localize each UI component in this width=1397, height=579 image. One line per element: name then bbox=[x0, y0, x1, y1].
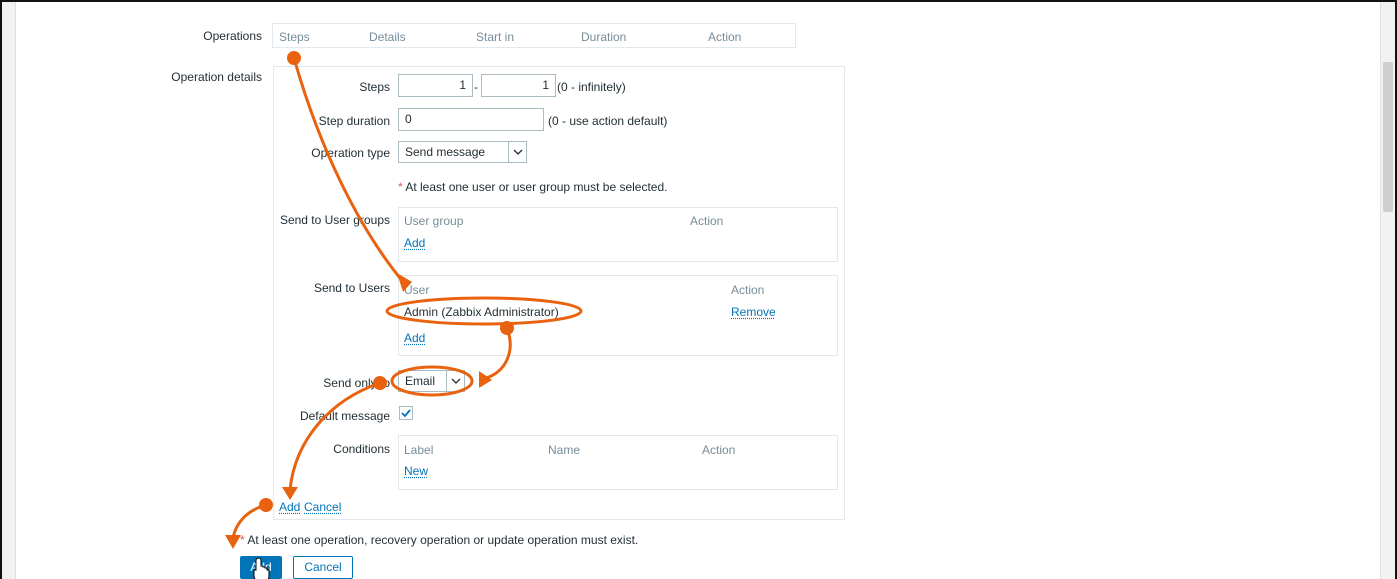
scrollbar-thumb[interactable] bbox=[1383, 62, 1393, 212]
new-condition-link[interactable]: New bbox=[404, 464, 428, 478]
operation-details-label: Operation details bbox=[171, 70, 262, 84]
checkmark-icon bbox=[401, 409, 411, 417]
send-only-to-select[interactable]: Email bbox=[398, 370, 465, 392]
conditions-label: Conditions bbox=[333, 442, 390, 456]
required-star: * bbox=[240, 533, 245, 547]
operation-add-link[interactable]: Add bbox=[279, 500, 300, 514]
user-groups-header-action: Action bbox=[690, 214, 724, 228]
requirement-note: * At least one user or user group must b… bbox=[398, 180, 668, 194]
add-user-link[interactable]: Add bbox=[404, 331, 425, 345]
operations-header-details: Details bbox=[369, 30, 406, 44]
send-only-to-value: Email bbox=[405, 374, 436, 388]
step-duration-label: Step duration bbox=[318, 114, 390, 128]
operations-header-steps: Steps bbox=[279, 30, 310, 44]
operations-required-note: * At least one operation, recovery opera… bbox=[240, 533, 638, 547]
operations-header-action: Action bbox=[708, 30, 742, 44]
users-header-action: Action bbox=[731, 283, 765, 297]
chevron-down-icon bbox=[508, 142, 526, 162]
conditions-header-label: Label bbox=[404, 443, 434, 457]
users-header-name: User bbox=[404, 283, 430, 297]
operation-type-label: Operation type bbox=[311, 146, 390, 160]
conditions-table bbox=[398, 435, 838, 490]
steps-separator: - bbox=[474, 80, 478, 94]
step-duration-hint: (0 - use action default) bbox=[548, 114, 668, 128]
operations-header-start-in: Start in bbox=[476, 30, 515, 44]
steps-to-input[interactable]: 1 bbox=[481, 74, 556, 97]
user-groups-header-name: User group bbox=[404, 214, 464, 228]
user-groups-table bbox=[398, 207, 838, 262]
steps-label: Steps bbox=[359, 80, 390, 94]
operation-cancel-link[interactable]: Cancel bbox=[304, 500, 341, 514]
default-message-label: Default message bbox=[299, 409, 390, 423]
send-only-to-label: Send only to bbox=[323, 376, 390, 390]
form-add-button[interactable]: Add bbox=[240, 556, 282, 579]
remove-user-link[interactable]: Remove bbox=[731, 305, 776, 319]
form-cancel-button[interactable]: Cancel bbox=[293, 556, 353, 579]
send-to-user-groups-label: Send to User groups bbox=[279, 213, 390, 227]
chevron-down-icon bbox=[446, 371, 464, 391]
required-star: * bbox=[398, 180, 403, 194]
operation-type-value: Send message bbox=[405, 145, 486, 159]
operations-required-note-text: At least one operation, recovery operati… bbox=[247, 533, 639, 547]
vertical-scrollbar[interactable] bbox=[1380, 2, 1395, 579]
user-row-name: Admin (Zabbix Administrator) bbox=[404, 305, 559, 319]
send-to-users-label: Send to Users bbox=[313, 281, 390, 295]
operations-label: Operations bbox=[203, 29, 262, 43]
left-gutter bbox=[2, 2, 16, 579]
conditions-header-action: Action bbox=[702, 443, 736, 457]
steps-hint: (0 - infinitely) bbox=[557, 80, 626, 94]
default-message-checkbox[interactable] bbox=[399, 406, 413, 420]
step-duration-input[interactable]: 0 bbox=[398, 108, 544, 131]
operation-type-select[interactable]: Send message bbox=[398, 141, 527, 163]
requirement-note-text: At least one user or user group must be … bbox=[405, 180, 668, 194]
conditions-header-name: Name bbox=[548, 443, 581, 457]
operations-header-duration: Duration bbox=[581, 30, 627, 44]
add-user-group-link[interactable]: Add bbox=[404, 236, 425, 250]
steps-from-input[interactable]: 1 bbox=[398, 74, 473, 97]
